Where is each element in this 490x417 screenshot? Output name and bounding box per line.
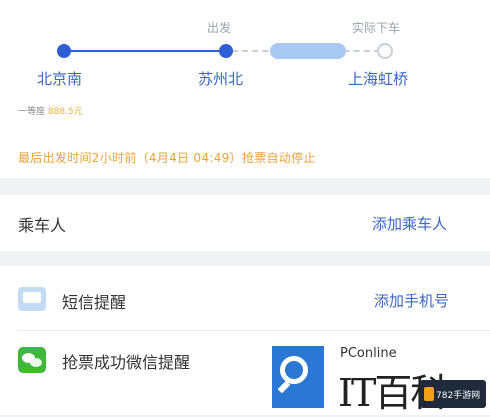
add-passenger-button[interactable]: 添加乘车人 bbox=[372, 213, 447, 234]
magnifier-logo-icon bbox=[272, 346, 324, 408]
divider bbox=[18, 330, 490, 331]
seat-class: 一等座 bbox=[18, 107, 46, 117]
wechat-reminder-label[interactable]: 抢票成功微信提醒 bbox=[62, 349, 190, 373]
route-card: 出发 实际下车 北京南 苏州北 上海虹桥 一等座 888.5元 最后出发时间2小… bbox=[0, 0, 490, 178]
watermark-brand: PConline bbox=[340, 346, 397, 361]
add-phone-button[interactable]: 添加手机号 bbox=[374, 290, 449, 311]
badge-icon bbox=[424, 387, 434, 401]
passenger-card[interactable]: 乘车人 添加乘车人 bbox=[0, 195, 490, 251]
deadline-notice: 最后出发时间2小时前（4月4日 04:49）抢票自动停止 bbox=[18, 151, 316, 165]
route-line-traveled bbox=[64, 50, 226, 52]
arrive-tag: 实际下车 bbox=[352, 21, 401, 35]
sms-reminder-label: 短信提醒 bbox=[62, 293, 127, 312]
station-destination: 上海虹桥 bbox=[348, 70, 409, 88]
seat-value: 888.5元 bbox=[47, 107, 83, 117]
seat-price: 一等座 888.5元 bbox=[18, 104, 83, 117]
destination-dot bbox=[377, 43, 393, 59]
boarding-dot bbox=[219, 44, 233, 58]
sms-icon bbox=[18, 287, 46, 311]
transfer-pill bbox=[270, 43, 346, 59]
station-origin: 北京南 bbox=[37, 70, 83, 88]
watermark-badge: 782手游网 bbox=[420, 380, 486, 408]
wechat-icon bbox=[18, 347, 46, 373]
watermark-badge-text: 782手游网 bbox=[436, 391, 481, 401]
station-boarding: 苏州北 bbox=[198, 70, 244, 88]
passenger-label: 乘车人 bbox=[18, 216, 67, 235]
depart-tag: 出发 bbox=[207, 21, 232, 35]
origin-dot bbox=[57, 44, 71, 58]
